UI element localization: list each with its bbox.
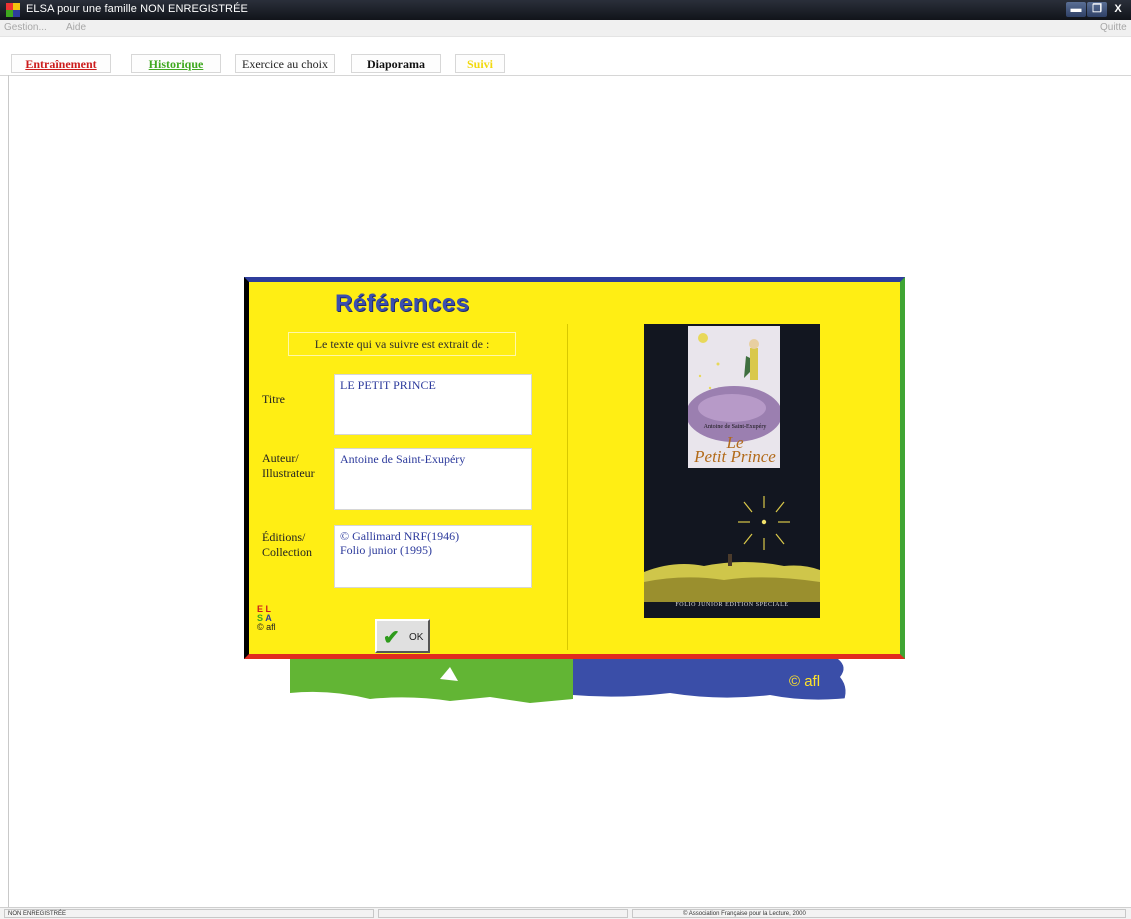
vertical-divider — [567, 324, 568, 650]
label-auteur: Auteur/ Illustrateur — [262, 451, 315, 481]
menu-quitter[interactable]: Quitte — [1100, 22, 1127, 33]
cover-author: Antoine de Saint-Exupéry — [703, 424, 767, 430]
close-button[interactable]: X — [1108, 2, 1128, 17]
label-titre: Titre — [262, 392, 285, 406]
ok-label: OK — [409, 632, 424, 643]
field-titre: LE PETIT PRINCE — [334, 374, 532, 435]
app-icon — [6, 3, 20, 17]
menu-aide[interactable]: Aide — [66, 22, 86, 33]
label-auteur-line1: Auteur/ — [262, 451, 299, 465]
logo-copyright: © afl — [257, 622, 276, 632]
book-cover: Antoine de Saint-Exupéry Le Petit Prince… — [644, 324, 820, 618]
window-title: ELSA pour une famille NON ENREGISTRÉE — [26, 3, 248, 15]
tab-exercice-au-choix[interactable]: Exercice au choix — [235, 54, 335, 73]
dialog-title: Références — [335, 290, 470, 317]
title-bar: ELSA pour une famille NON ENREGISTRÉE ▬ … — [0, 0, 1131, 20]
decorative-strip — [290, 659, 858, 705]
field-editions-line1: © Gallimard NRF(1946) — [340, 529, 460, 543]
label-editions: Éditions/ Collection — [262, 530, 312, 560]
minimize-button[interactable]: ▬ — [1066, 2, 1086, 17]
star-planet-illustration — [644, 496, 820, 602]
status-copyright: © Association Française pour la Lecture,… — [632, 909, 1126, 918]
field-editions-line2: Folio junior (1995) — [340, 543, 432, 557]
intro-text: Le texte qui va suivre est extrait de : — [288, 332, 516, 356]
afl-copyright: © afl — [789, 673, 821, 690]
menu-gestion[interactable]: Gestion... — [4, 22, 47, 33]
cover-footer: FOLIO JUNIOR EDITION SPECIALE — [675, 602, 789, 608]
status-bar: NON ENREGISTRÉE © Association Française … — [0, 907, 1131, 919]
menu-bar: Gestion... Aide Quitte — [0, 20, 1131, 37]
label-editions-line1: Éditions/ — [262, 530, 306, 544]
tab-entrainement[interactable]: Entraînement — [11, 54, 111, 73]
tab-historique[interactable]: Historique — [131, 54, 221, 73]
references-dialog: Références Le texte qui va suivre est ex… — [244, 277, 905, 659]
tab-suivi[interactable]: Suivi — [455, 54, 505, 73]
checkmark-icon: ✔ — [383, 627, 400, 649]
cover-title-line2: Petit Prince — [694, 447, 776, 466]
field-editions: © Gallimard NRF(1946) Folio junior (1995… — [334, 525, 532, 588]
cover-title: Le Petit Prince — [690, 434, 780, 466]
toolbar: Entraînement Historique Exercice au choi… — [0, 37, 1131, 76]
label-auteur-line2: Illustrateur — [262, 466, 315, 480]
maximize-button[interactable]: ❐ — [1087, 2, 1107, 17]
status-empty — [378, 909, 628, 918]
field-auteur: Antoine de Saint-Exupéry — [334, 448, 532, 510]
status-registration: NON ENREGISTRÉE — [4, 909, 374, 918]
elsa-logo: E L S A © afl — [257, 605, 276, 632]
content-frame-edge — [8, 75, 9, 908]
tab-diaporama[interactable]: Diaporama — [351, 54, 441, 73]
ok-button[interactable]: ✔ OK — [375, 619, 430, 653]
label-editions-line2: Collection — [262, 545, 312, 559]
